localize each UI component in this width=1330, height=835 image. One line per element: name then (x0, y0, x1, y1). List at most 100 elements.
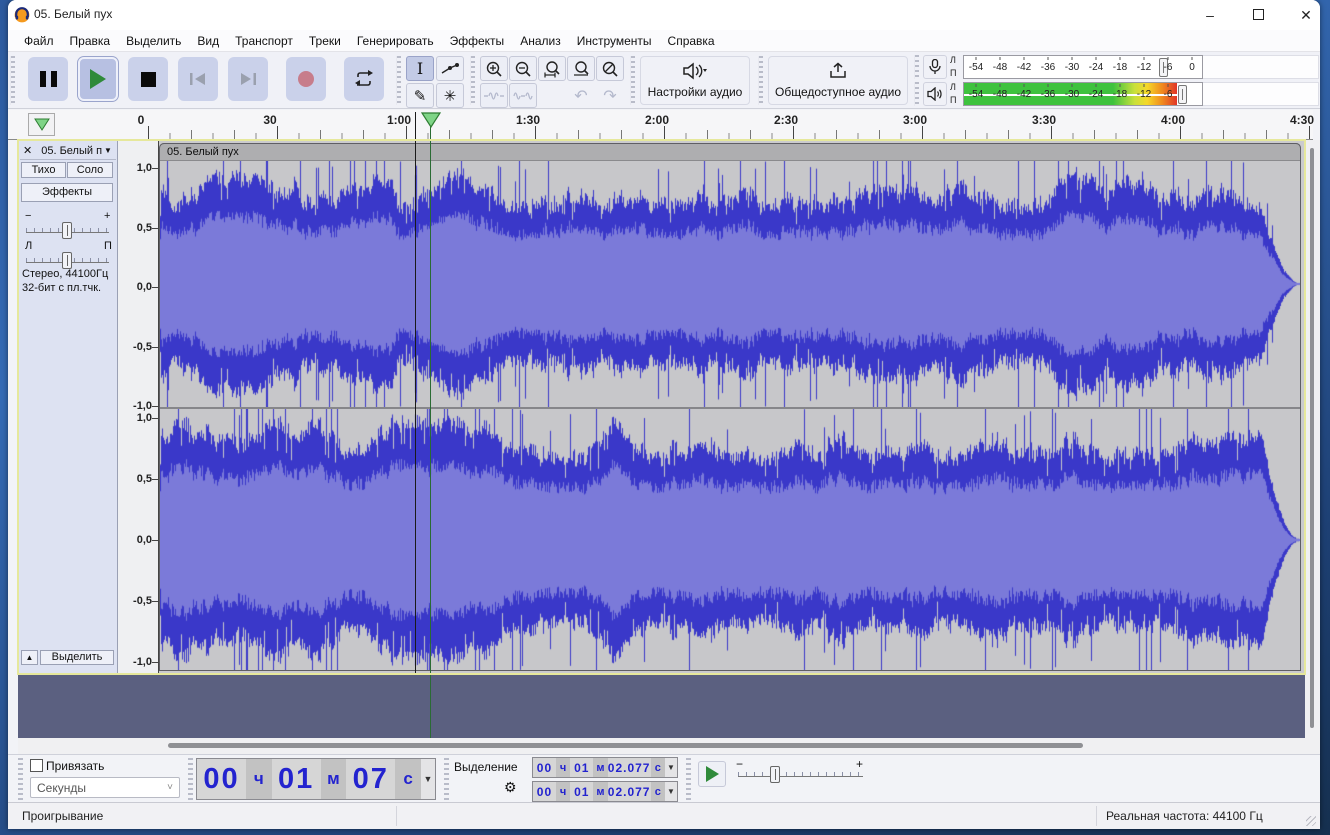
playback-meter-bar[interactable]: -54 -48 -42 -36 -30 -24 -18 -12 -6 (963, 82, 1203, 106)
waveform-left-channel[interactable] (159, 161, 1301, 407)
close-button[interactable]: ✕ (1284, 0, 1320, 30)
audio-position-display[interactable]: 00 ч 01 м 07 с ▼ (196, 758, 436, 800)
menu-item-3[interactable]: Выделить (118, 32, 189, 50)
menu-item-2[interactable]: Правка (62, 32, 119, 50)
playback-meter-grip[interactable] (914, 82, 919, 106)
minimize-button[interactable]: – (1188, 0, 1232, 30)
pause-button[interactable] (28, 57, 68, 101)
track-select-button[interactable]: Выделить (40, 650, 114, 665)
menu-item-6[interactable]: Треки (301, 32, 349, 50)
menu-item-8[interactable]: Эффекты (442, 32, 513, 50)
setup-grip[interactable] (630, 56, 635, 105)
time-segment[interactable]: 01 (271, 759, 321, 799)
mute-button[interactable]: Тихо (21, 162, 66, 178)
playhead-triangle-icon[interactable] (420, 112, 442, 128)
skip-to-end-button[interactable] (228, 57, 268, 101)
record-meter-bar[interactable]: -54 -48 -42 -36 -30 -24 -18 -12 -6 0 (963, 55, 1203, 79)
time-segment[interactable]: 00 (197, 759, 246, 799)
selection-start-display[interactable]: 00 ч 01 м 02.077 с ▼ (532, 757, 678, 778)
zoom-selection-button[interactable] (538, 56, 566, 81)
silence-audio-button[interactable] (509, 83, 537, 108)
time-segment[interactable]: м (320, 759, 347, 799)
playback-meter[interactable]: ЛП -54 -48 -42 -36 -30 -24 -18 -12 -6 (923, 81, 1320, 107)
trim-audio-button[interactable] (480, 83, 508, 108)
envelope-tool-button[interactable] (436, 56, 464, 81)
play-button[interactable] (78, 57, 118, 101)
time-segment[interactable]: 00 (533, 758, 556, 777)
menu-item-10[interactable]: Инструменты (569, 32, 660, 50)
vertical-scale-ruler[interactable]: 1,0 0,5 0,0 -0,5 -1,0 1,0 0,5 0,0 -0,5 -1,0 (118, 140, 159, 674)
menu-item-11[interactable]: Справка (660, 32, 723, 50)
timeline-ruler[interactable]: 0 30 1:00 1:30 2:00 2:30 3:00 3:30 4:00 4:30 (8, 110, 1314, 140)
menu-item-4[interactable]: Вид (189, 32, 227, 50)
undo-button[interactable]: ↶ (567, 83, 595, 108)
playspeed-grip[interactable] (686, 758, 691, 800)
time-display-arrow-icon[interactable]: ▼ (664, 782, 677, 801)
snap-checkbox[interactable] (30, 759, 43, 772)
playback-meter-thumb[interactable] (1178, 85, 1187, 104)
effects-button[interactable]: Эффекты (21, 183, 113, 202)
pan-slider-thumb[interactable] (62, 252, 72, 269)
waveform-right-channel[interactable] (159, 409, 1301, 671)
menu-item-1[interactable]: Файл (16, 32, 62, 50)
time-segment[interactable]: 07 (346, 759, 396, 799)
time-display-arrow-icon[interactable]: ▼ (664, 758, 677, 777)
redo-button[interactable]: ↷ (596, 83, 624, 108)
selection-settings-gear-icon[interactable]: ⚙ (504, 779, 517, 796)
track-name[interactable]: 05. Белый п (41, 145, 102, 157)
time-segment[interactable]: 01 (570, 758, 594, 777)
menu-item-9[interactable]: Анализ (512, 32, 569, 50)
play-at-speed-button[interactable] (698, 761, 726, 787)
selection-grip[interactable] (444, 758, 449, 800)
vertical-scrollbar-thumb[interactable] (1310, 148, 1314, 728)
zoom-toggle-button[interactable] (596, 56, 624, 81)
time-segment[interactable]: ч (555, 758, 571, 777)
time-segment[interactable]: 02.077 (607, 782, 651, 801)
share-grip[interactable] (758, 56, 763, 105)
time-segment[interactable]: 00 (533, 782, 556, 801)
record-meter[interactable]: ЛП -54 -48 -42 -36 -30 -24 -18 -12 -6 0 (923, 54, 1320, 80)
time-segment[interactable]: м (593, 758, 608, 777)
draw-tool-button[interactable]: ✎ (406, 83, 434, 108)
pinned-play-head-button[interactable] (28, 113, 55, 136)
time-grip[interactable] (188, 758, 193, 800)
time-display-arrow-icon[interactable]: ▼ (421, 759, 435, 799)
resize-grip[interactable] (1306, 816, 1316, 826)
share-audio-button[interactable]: Общедоступное аудио (768, 56, 908, 105)
solo-button[interactable]: Соло (67, 162, 113, 178)
clip-header[interactable]: 05. Белый пух (159, 143, 1301, 161)
zoom-fit-button[interactable] (567, 56, 595, 81)
time-segment[interactable]: с (650, 758, 665, 777)
skip-to-start-button[interactable] (178, 57, 218, 101)
maximize-button[interactable] (1236, 0, 1280, 30)
track-close-button[interactable]: ✕ (23, 144, 32, 157)
zoom-in-button[interactable] (480, 56, 508, 81)
multi-tool-button[interactable]: ✳ (436, 83, 464, 108)
time-segment[interactable]: ч (245, 759, 272, 799)
vertical-scrollbar[interactable] (1305, 140, 1320, 754)
collapse-track-button[interactable]: ▲ (21, 650, 38, 665)
gain-slider-thumb[interactable] (62, 222, 72, 239)
time-segment[interactable]: 01 (570, 782, 594, 801)
stop-button[interactable] (128, 57, 168, 101)
record-button[interactable] (286, 57, 326, 101)
time-segment[interactable]: с (395, 759, 422, 799)
track-menu-icon[interactable]: ▼ (104, 146, 112, 155)
horizontal-scrollbar[interactable] (18, 738, 1305, 754)
snap-grip[interactable] (18, 758, 23, 800)
time-segment[interactable]: м (593, 782, 608, 801)
speed-slider-thumb[interactable] (770, 766, 780, 783)
selection-end-display[interactable]: 00 ч 01 м 02.077 с ▼ (532, 781, 678, 802)
selection-tool-button[interactable]: I (406, 56, 434, 81)
record-meter-grip[interactable] (914, 55, 919, 79)
menu-item-7[interactable]: Генерировать (349, 32, 442, 50)
audio-setup-button[interactable]: Настройки аудио (640, 56, 750, 105)
edit-grip[interactable] (470, 56, 475, 105)
time-segment[interactable]: с (650, 782, 665, 801)
loop-button[interactable] (344, 57, 384, 101)
time-segment[interactable]: ч (555, 782, 571, 801)
zoom-out-button[interactable] (509, 56, 537, 81)
time-segment[interactable]: 02.077 (607, 758, 651, 777)
transport-grip[interactable] (10, 56, 15, 105)
format-combobox[interactable]: Секунды ˅ (30, 777, 180, 798)
